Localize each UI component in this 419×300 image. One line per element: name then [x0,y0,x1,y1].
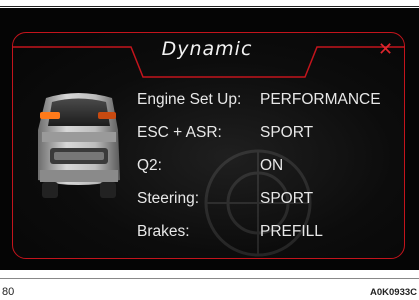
setting-label: Brakes: [137,223,190,241]
car-rear-icon [38,93,120,198]
panel-title: Dynamic [161,38,253,60]
setting-label: Steering: [137,190,200,208]
setting-row-brakes: Brakes: PREFILL [137,216,407,249]
figure-code: A0K0933C [370,287,417,298]
bottom-rule [0,278,419,279]
setting-value: SPORT [260,190,314,208]
page-number: 80 [2,286,15,298]
setting-value: PERFORMANCE [260,90,381,108]
setting-row-esc-asr: ESC + ASR: SPORT [137,116,407,149]
top-rule [0,6,419,7]
setting-label: ESC + ASR: [137,123,222,141]
setting-value: PREFILL [260,223,323,241]
display-screen: Dynamic ✕ Engine Set Up: PERFORMANCE ESC… [0,8,419,270]
setting-row-engine: Engine Set Up: PERFORMANCE [137,83,407,116]
close-x-icon[interactable]: ✕ [378,41,396,59]
setting-row-steering: Steering: SPORT [137,183,407,216]
setting-value: SPORT [260,123,314,141]
setting-label: Engine Set Up: [137,90,242,108]
setting-row-q2: Q2: ON [137,149,407,182]
setting-label: Q2: [137,156,162,174]
settings-list: Engine Set Up: PERFORMANCE ESC + ASR: SP… [137,83,407,249]
setting-value: ON [260,156,284,174]
